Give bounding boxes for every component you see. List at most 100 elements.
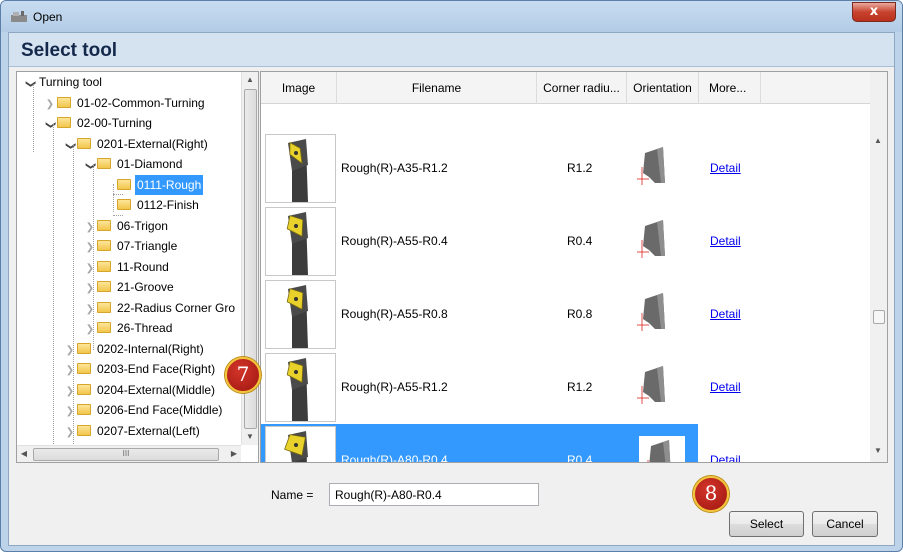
- grid-vertical-scrollbar[interactable]: ▲ ▼: [870, 72, 887, 462]
- expand-chevron-right-icon[interactable]: ❯: [63, 423, 77, 443]
- tool-tree[interactable]: ❯ Turning tool ❯ 01-02-Common-Turning ❯ 02-00…: [16, 71, 259, 463]
- scroll-up-arrow-icon[interactable]: ▲: [870, 136, 886, 145]
- tree-item[interactable]: 0111-Rough: [103, 174, 204, 195]
- folder-icon: [77, 342, 91, 354]
- scroll-down-arrow-icon[interactable]: ▼: [870, 446, 886, 455]
- tree-item[interactable]: ❯ 0203-End Face(Right): [63, 359, 217, 379]
- tree-item-label: 01-Diamond: [117, 157, 183, 171]
- tree-item[interactable]: ❯ 0207-External(Left): [63, 421, 202, 441]
- scroll-left-arrow-icon[interactable]: ◀: [17, 446, 31, 462]
- tree-horizontal-scrollbar[interactable]: ◀ III ▶: [17, 445, 241, 462]
- corner-radius-cell: R0.8: [567, 307, 593, 321]
- orientation-icon: [639, 436, 685, 462]
- name-input[interactable]: [329, 483, 539, 506]
- expand-chevron-right-icon[interactable]: ❯: [83, 300, 97, 320]
- expand-chevron-right-icon[interactable]: ❯: [83, 320, 97, 340]
- tree-item-label: 07-Triangle: [117, 239, 178, 253]
- expand-chevron-right-icon[interactable]: ❯: [63, 361, 77, 381]
- tree-item-label: 0204-External(Middle): [97, 382, 216, 397]
- tree-guide-line: [73, 144, 74, 444]
- tree-item[interactable]: ❯ 02-00-Turning: [43, 113, 154, 133]
- column-header-orientation[interactable]: Orientation: [627, 72, 699, 104]
- expand-chevron-right-icon[interactable]: ❯: [83, 238, 97, 258]
- folder-icon: [97, 219, 111, 231]
- tree-item[interactable]: ❯ 11-Round: [83, 257, 171, 277]
- tree-item-label: Turning tool: [39, 75, 102, 89]
- expand-chevron-right-icon[interactable]: ❯: [83, 218, 97, 238]
- filename-cell: Rough(R)-A35-R1.2: [341, 161, 448, 175]
- cancel-button[interactable]: Cancel: [812, 511, 878, 537]
- expand-chevron-right-icon[interactable]: ❯: [83, 259, 97, 279]
- tree-item[interactable]: ❯ Turning tool: [23, 72, 104, 92]
- tree-item[interactable]: ❯ 07-Triangle: [83, 236, 179, 256]
- expand-chevron-right-icon[interactable]: ❯: [43, 95, 57, 115]
- tree-item[interactable]: ❯ 01-Diamond: [83, 154, 184, 174]
- column-header-corner-radius[interactable]: Corner radiu...: [537, 72, 627, 104]
- tree-item[interactable]: ❯ 0202-Internal(Right): [63, 339, 206, 359]
- tree-item[interactable]: ❯ 21-Groove: [83, 277, 176, 297]
- folder-icon: [97, 281, 111, 292]
- close-button[interactable]: x: [852, 2, 896, 22]
- table-row[interactable]: Rough(R)-A55-R0.8 R0.8: [261, 278, 698, 351]
- tree-item-label: 0112-Finish: [137, 198, 199, 212]
- tree-item[interactable]: ❯ 0201-External(Right): [63, 134, 210, 154]
- tree-item[interactable]: ❯ 0206-End Face(Middle): [63, 400, 224, 420]
- tree-item-label: 02-00-Turning: [77, 116, 152, 130]
- table-row[interactable]: Rough(R)-A55-R0.4 R0.4: [261, 205, 698, 278]
- scrollbar-thumb[interactable]: III: [33, 448, 219, 461]
- tree-item-label: 0206-End Face(Middle): [97, 403, 223, 417]
- tree-item[interactable]: ❯ 26-Thread: [83, 318, 174, 338]
- folder-icon: [57, 96, 71, 108]
- tool-grid[interactable]: Image Filename Corner radiu... Orientati…: [260, 71, 888, 463]
- column-header-more[interactable]: More...: [699, 72, 761, 104]
- scroll-right-arrow-icon[interactable]: ▶: [227, 446, 241, 462]
- tree-item-label: 0202-Internal(Right): [97, 341, 204, 356]
- tool-thumbnail-image: [265, 353, 336, 422]
- tree-item-label: 0111-Rough: [135, 174, 204, 195]
- orientation-icon: [633, 216, 683, 266]
- folder-icon: [97, 240, 111, 251]
- table-row[interactable]: Rough(R)-A35-R1.2 R1.2: [261, 132, 698, 205]
- filename-cell: Rough(R)-A55-R0.4: [341, 234, 448, 248]
- folder-icon: [77, 363, 91, 374]
- tree-guide-line: [93, 164, 94, 350]
- scrollbar-thumb[interactable]: [873, 310, 885, 324]
- tree-guide-line: [113, 194, 123, 195]
- folder-icon: [77, 404, 91, 415]
- tree-item[interactable]: ❯ 01-02-Common-Turning: [43, 93, 207, 113]
- tree-item-label: 26-Thread: [117, 321, 173, 335]
- tree-item-label: 06-Trigon: [117, 218, 168, 233]
- tree-item[interactable]: ❯ 06-Trigon: [83, 216, 170, 236]
- expand-chevron-down-icon[interactable]: ❯: [60, 139, 80, 153]
- scroll-down-arrow-icon[interactable]: ▼: [242, 429, 258, 445]
- folder-icon: [117, 199, 131, 210]
- corner-radius-cell: R0.4: [567, 234, 593, 248]
- corner-radius-cell: R1.2: [567, 161, 593, 175]
- tree-item[interactable]: 0112-Finish: [103, 195, 201, 215]
- tool-thumbnail-image: [265, 426, 336, 462]
- expand-chevron-down-icon[interactable]: ❯: [80, 159, 100, 173]
- table-row[interactable]: Rough(R)-A80-R0.4 R0.4: [261, 424, 698, 463]
- expand-chevron-right-icon[interactable]: ❯: [63, 382, 77, 402]
- detail-link[interactable]: Detail: [710, 132, 741, 205]
- dialog-body: Select tool ❯ Turning tool ❯ 01-02-Common-T…: [8, 32, 895, 546]
- detail-link[interactable]: Detail: [710, 351, 741, 424]
- scroll-up-arrow-icon[interactable]: ▲: [242, 72, 258, 88]
- tree-item[interactable]: ❯ 22-Radius Corner Gro: [83, 298, 237, 318]
- corner-radius-cell: R0.4: [567, 453, 593, 463]
- tree-item-label: 0203-End Face(Right): [97, 362, 216, 376]
- expand-chevron-down-icon[interactable]: ❯: [20, 77, 40, 91]
- expand-chevron-right-icon[interactable]: ❯: [63, 341, 77, 361]
- table-row[interactable]: Rough(R)-A55-R1.2 R1.2: [261, 351, 698, 424]
- detail-link[interactable]: Detail: [710, 424, 741, 462]
- column-header-image[interactable]: Image: [261, 72, 337, 104]
- column-header-filename[interactable]: Filename: [337, 72, 537, 104]
- title-bar: Open x: [1, 1, 902, 32]
- expand-chevron-down-icon[interactable]: ❯: [40, 118, 60, 132]
- expand-chevron-right-icon[interactable]: ❯: [83, 279, 97, 299]
- expand-chevron-right-icon[interactable]: ❯: [63, 402, 77, 422]
- select-button[interactable]: Select: [729, 511, 804, 537]
- detail-link[interactable]: Detail: [710, 278, 741, 351]
- detail-link[interactable]: Detail: [710, 205, 741, 278]
- tree-item[interactable]: ❯ 0204-External(Middle): [63, 380, 217, 400]
